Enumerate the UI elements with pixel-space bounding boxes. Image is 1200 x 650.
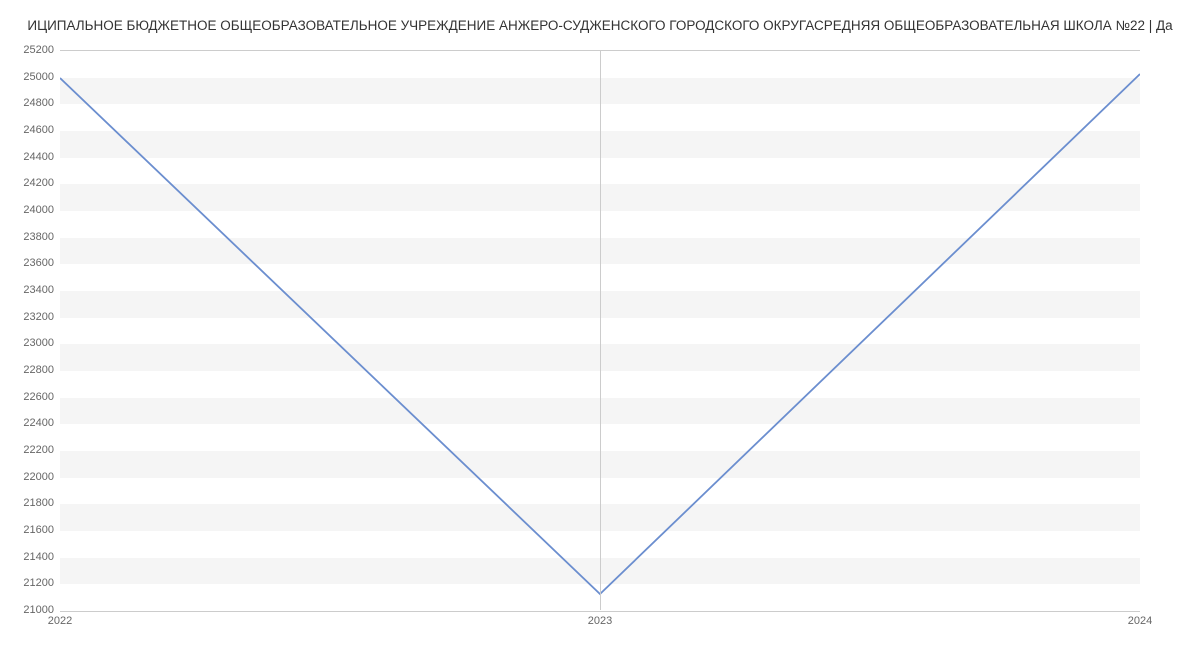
- y-tick-label: 22800: [4, 364, 54, 376]
- y-tick-label: 24600: [4, 124, 54, 136]
- y-tick-label: 21200: [4, 577, 54, 589]
- y-tick-label: 24400: [4, 151, 54, 163]
- gridline-vertical: [600, 50, 601, 610]
- y-tick-label: 24800: [4, 97, 54, 109]
- y-tick-label: 25000: [4, 71, 54, 83]
- y-tick-label: 23200: [4, 311, 54, 323]
- y-tick-label: 23000: [4, 337, 54, 349]
- y-tick-label: 22400: [4, 417, 54, 429]
- y-tick-label: 22200: [4, 444, 54, 456]
- y-tick-label: 24200: [4, 177, 54, 189]
- y-tick-label: 23400: [4, 284, 54, 296]
- y-tick-label: 21400: [4, 551, 54, 563]
- chart-title: ИЦИПАЛЬНОЕ БЮДЖЕТНОЕ ОБЩЕОБРАЗОВАТЕЛЬНОЕ…: [0, 18, 1200, 33]
- x-tick-label: 2022: [48, 615, 72, 627]
- y-tick-label: 21600: [4, 524, 54, 536]
- y-tick-label: 21800: [4, 497, 54, 509]
- y-tick-label: 21000: [4, 604, 54, 616]
- y-tick-label: 24000: [4, 204, 54, 216]
- x-tick-label: 2023: [588, 615, 612, 627]
- x-tick-label: 2024: [1128, 615, 1152, 627]
- y-tick-label: 22000: [4, 471, 54, 483]
- y-tick-label: 25200: [4, 44, 54, 56]
- y-tick-label: 22600: [4, 391, 54, 403]
- chart-container: ИЦИПАЛЬНОЕ БЮДЖЕТНОЕ ОБЩЕОБРАЗОВАТЕЛЬНОЕ…: [0, 0, 1200, 650]
- y-tick-label: 23600: [4, 257, 54, 269]
- y-tick-label: 23800: [4, 231, 54, 243]
